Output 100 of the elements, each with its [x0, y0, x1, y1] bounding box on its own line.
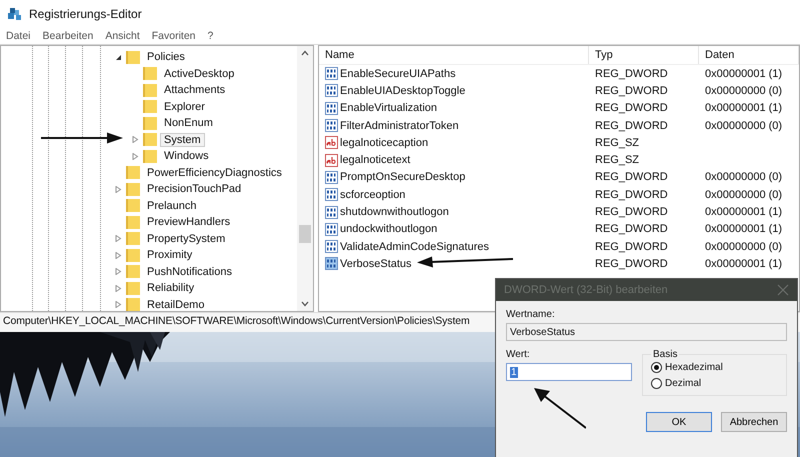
field-label: Wertname: — [506, 309, 556, 320]
value-type: REG_DWORD — [594, 120, 669, 132]
status-path: Computer\HKEY_LOCAL_MACHINE\SOFTWARE\Microsoft\Windows\CurrentVersion\Policies\System — [3, 315, 470, 327]
collapsed-caret-icon[interactable] — [114, 301, 122, 308]
dialog-button[interactable]: OK — [646, 412, 712, 432]
radio-button[interactable] — [651, 362, 662, 373]
collapsed-caret-icon[interactable] — [132, 152, 138, 160]
folder-icon — [126, 166, 140, 180]
column-header[interactable]: Typ — [589, 46, 699, 64]
menu-item[interactable]: Datei — [6, 30, 31, 42]
folder-icon — [143, 150, 157, 163]
value-type: REG_DWORD — [594, 258, 669, 270]
value-type: REG_DWORD — [594, 102, 669, 114]
folder-icon — [126, 182, 140, 196]
folder-icon — [143, 100, 157, 114]
column-header[interactable]: Name — [319, 46, 589, 64]
registry-cubes-icon — [7, 6, 23, 22]
value-type: REG_DWORD — [594, 171, 669, 184]
tree-item[interactable]: NonEnum — [160, 116, 217, 130]
folder-icon — [126, 50, 140, 64]
scrollbar[interactable] — [297, 46, 313, 311]
menu-item[interactable]: Favoriten — [152, 30, 196, 42]
tree-item[interactable]: Proximity — [143, 248, 196, 262]
value-type: REG_SZ — [594, 154, 640, 166]
tree-item[interactable]: PushNotifications — [143, 264, 236, 279]
folder-icon — [143, 116, 157, 130]
folder-icon — [143, 133, 157, 146]
value-name[interactable]: legalnoticetext — [340, 154, 410, 166]
value-name[interactable]: shutdownwithoutlogon — [340, 206, 449, 218]
menu-item[interactable]: Ansicht — [105, 30, 140, 42]
value-name[interactable]: EnableSecureUIAPaths — [340, 68, 456, 80]
group-label: Basis — [652, 349, 678, 360]
value-name[interactable]: FilterAdministratorToken — [340, 120, 459, 132]
tree-item[interactable]: Windows — [160, 149, 213, 164]
window-title: Registrierungs-Editor — [29, 7, 142, 21]
folder-icon — [143, 67, 157, 80]
scroll-thumb[interactable] — [299, 225, 311, 243]
tree-item[interactable]: PrecisionTouchPad — [143, 182, 246, 196]
value-name[interactable]: legalnoticecaption — [340, 136, 428, 149]
tree-item[interactable]: ActiveDesktop — [160, 66, 238, 81]
collapsed-caret-icon[interactable] — [132, 136, 138, 144]
tree-item[interactable]: PowerEfficiencyDiagnostics — [143, 166, 286, 180]
menu-item[interactable]: Bearbeiten — [42, 30, 94, 42]
dialog-button[interactable]: Abbrechen — [721, 412, 787, 432]
expanded-caret-icon[interactable] — [114, 54, 122, 61]
collapsed-caret-icon[interactable] — [114, 235, 122, 242]
tree-item[interactable]: PropertySystem — [143, 232, 230, 246]
tree-item[interactable]: RetailDemo — [143, 298, 208, 311]
value-name[interactable]: VerboseStatus — [340, 258, 412, 270]
tree-item[interactable]: Prelaunch — [143, 198, 201, 213]
value-name[interactable]: EnableUIADesktopToggle — [340, 84, 466, 97]
folder-icon — [126, 282, 140, 295]
value-type: REG_DWORD — [594, 206, 669, 218]
folder-icon — [126, 248, 140, 262]
tree-item[interactable]: Reliability — [143, 281, 198, 296]
value-data: 0x00000001 (1) — [704, 223, 784, 236]
value-name-field[interactable]: VerboseStatus — [506, 323, 787, 341]
value-name[interactable]: EnableVirtualization — [340, 102, 438, 114]
close-icon[interactable] — [777, 284, 789, 296]
value-data: 0x00000000 (0) — [704, 240, 784, 253]
value-type: REG_DWORD — [594, 223, 669, 236]
field-label: Wert: — [506, 349, 531, 360]
tree-item[interactable]: Explorer — [160, 100, 209, 114]
collapsed-caret-icon[interactable] — [114, 252, 122, 259]
collapsed-caret-icon[interactable] — [114, 268, 122, 276]
value-type: REG_DWORD — [594, 188, 669, 201]
value-data: 0x00000001 (1) — [704, 258, 784, 270]
scroll-up-icon[interactable] — [301, 50, 309, 56]
folder-icon — [143, 84, 157, 97]
radio-button[interactable] — [651, 378, 662, 389]
arrow — [534, 387, 586, 429]
collapsed-caret-icon[interactable] — [114, 284, 122, 292]
column-header[interactable]: Daten — [699, 46, 799, 64]
value-name[interactable]: PromptOnSecureDesktop — [340, 171, 466, 184]
tree-item[interactable]: Attachments — [160, 83, 230, 98]
menu-item[interactable]: ? — [208, 30, 214, 42]
folder-icon — [126, 265, 140, 278]
tree-item[interactable]: Policies — [143, 50, 189, 64]
value-type: REG_SZ — [594, 136, 640, 149]
folder-icon — [126, 298, 140, 311]
value-data: 0x00000000 (0) — [704, 120, 784, 132]
scroll-down-icon[interactable] — [301, 301, 309, 307]
value-data: 0x00000000 (0) — [704, 171, 784, 184]
value-data: 0x00000000 (0) — [704, 188, 784, 201]
value-type: REG_DWORD — [594, 68, 669, 80]
value-data: 0x00000000 (0) — [704, 84, 784, 97]
collapsed-caret-icon[interactable] — [114, 186, 122, 193]
value-type: REG_DWORD — [594, 84, 669, 97]
radio-label[interactable]: Hexadezimal — [665, 362, 723, 373]
tree-item[interactable]: PreviewHandlers — [143, 215, 234, 230]
value-name[interactable]: scforceoption — [340, 188, 406, 201]
value-name[interactable]: ValidateAdminCodeSignatures — [340, 240, 489, 253]
value-data: 0x00000001 (1) — [704, 68, 784, 80]
value-name[interactable]: undockwithoutlogon — [340, 223, 438, 236]
folder-icon — [126, 199, 140, 212]
value-data: 0x00000001 (1) — [704, 206, 784, 218]
value-input[interactable]: 1 — [506, 363, 632, 381]
radio-label[interactable]: Dezimal — [665, 378, 702, 389]
tree-item[interactable]: System — [160, 132, 205, 147]
value-data: 0x00000001 (1) — [704, 102, 784, 114]
